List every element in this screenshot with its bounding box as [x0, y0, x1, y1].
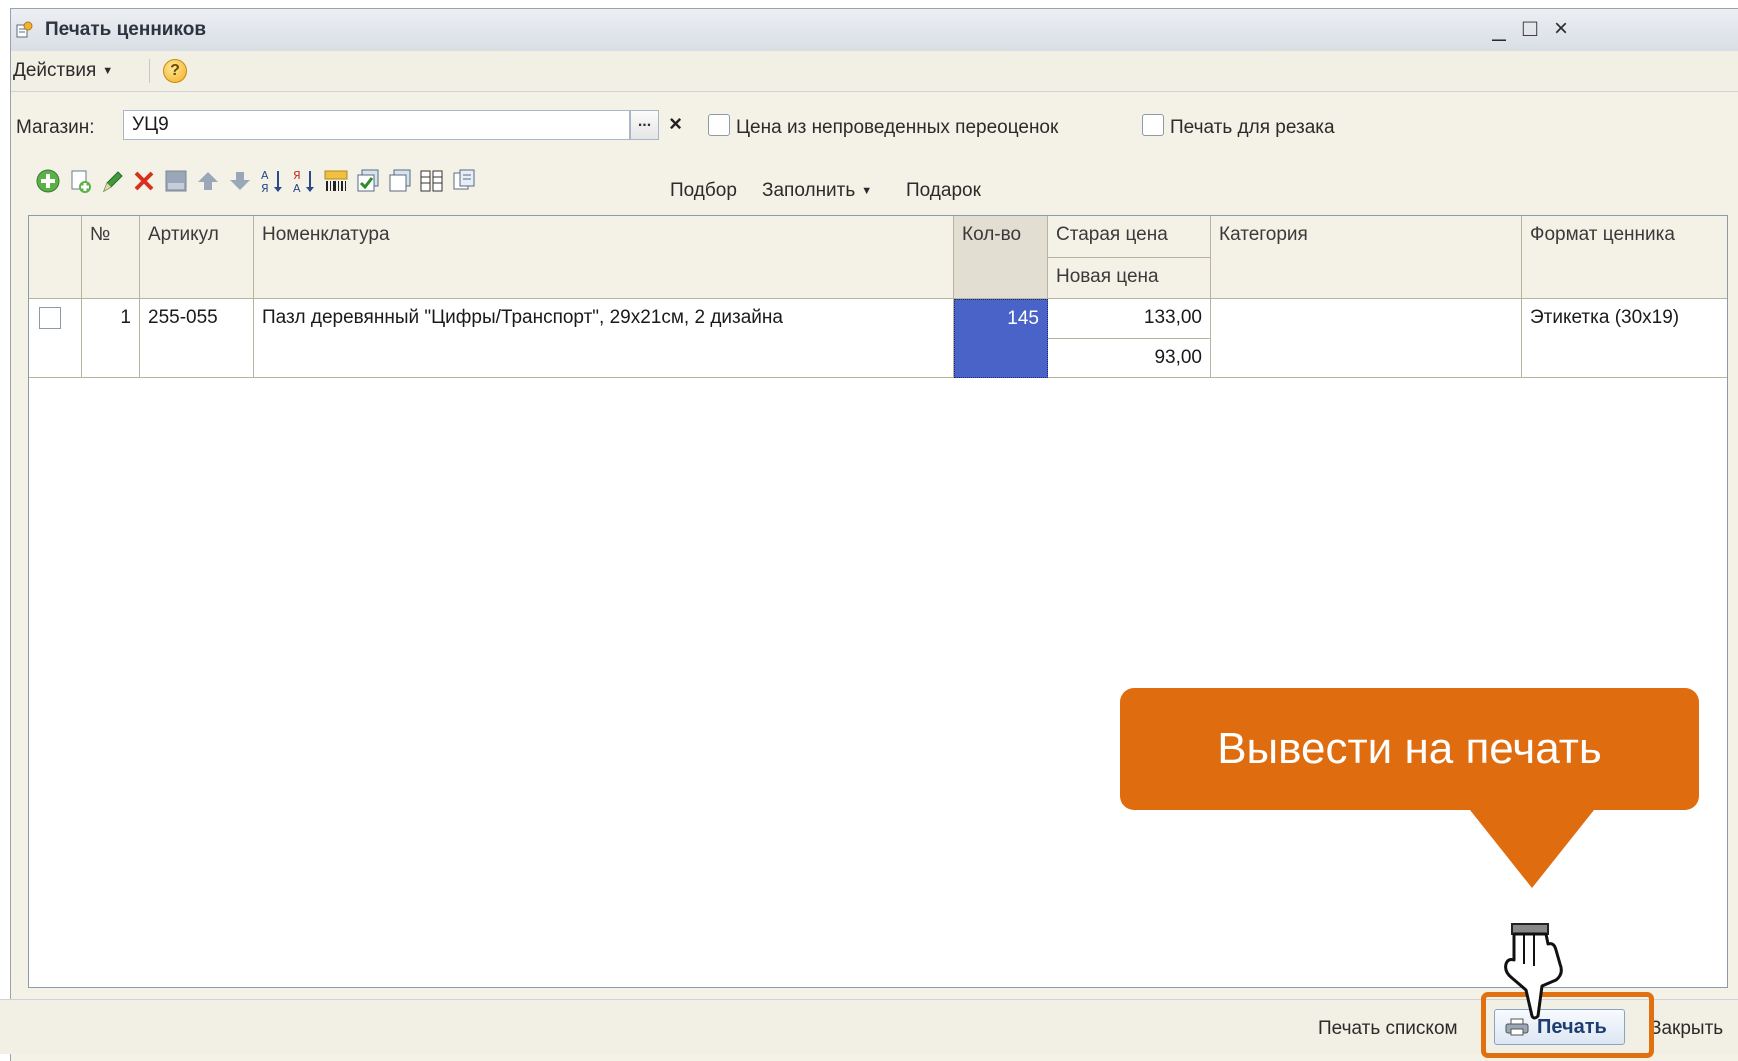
move-down-icon[interactable]	[226, 165, 254, 197]
check-all-icon[interactable]	[354, 165, 382, 197]
hand-pointer-icon	[1504, 923, 1563, 1020]
row-qty[interactable]: 145	[954, 299, 1048, 378]
shop-input[interactable]: УЦ9	[123, 110, 630, 140]
maximize-button[interactable]: □	[1516, 15, 1544, 43]
edit-icon[interactable]	[98, 165, 126, 197]
copy-icon[interactable]	[66, 165, 94, 197]
uncheck-all-icon[interactable]	[386, 165, 414, 197]
title-bar: Печать ценников _ □ ×	[11, 9, 1738, 52]
svg-text:Я: Я	[293, 169, 301, 182]
callout-pointer	[1470, 810, 1594, 888]
header-qty[interactable]: Кол-во	[954, 216, 1048, 299]
columns-icon[interactable]	[418, 165, 446, 197]
row-category[interactable]	[1211, 299, 1522, 378]
header-category[interactable]: Категория	[1211, 216, 1522, 299]
move-up-icon[interactable]	[194, 165, 222, 197]
shop-select-button[interactable]: ...	[630, 110, 659, 140]
header-checkbox-column	[29, 216, 82, 299]
help-icon[interactable]: ?	[163, 59, 187, 83]
window-title: Печать ценников	[45, 19, 207, 40]
table-row-checkbox-cell	[29, 299, 82, 378]
unposted-revaluation-checkbox[interactable]	[708, 114, 730, 136]
row-nomenclature[interactable]: Пазл деревянный "Цифры/Транспорт", 29х21…	[254, 299, 954, 378]
close-button[interactable]: Закрыть	[1650, 1018, 1723, 1040]
sort-desc-icon[interactable]: ЯА	[290, 165, 318, 197]
shop-clear-button[interactable]: ×	[662, 110, 689, 140]
chevron-down-icon: ▼	[861, 185, 873, 197]
pick-icon[interactable]	[450, 165, 478, 197]
unposted-revaluation-label: Цена из непроведенных переоценок	[736, 117, 1059, 138]
tutorial-callout: Вывести на печать	[1120, 688, 1699, 810]
actions-menu[interactable]: Действия ▼	[13, 60, 113, 82]
header-new-price[interactable]: Новая цена	[1048, 258, 1211, 299]
sort-asc-icon[interactable]: АЯ	[258, 165, 286, 197]
row-checkbox[interactable]	[39, 307, 61, 329]
cutter-print-checkbox[interactable]	[1142, 114, 1164, 136]
print-list-button[interactable]: Печать списком	[1318, 1018, 1458, 1040]
svg-text:А: А	[293, 182, 301, 195]
post-icon[interactable]	[162, 165, 190, 197]
header-tag-format[interactable]: Формат ценника	[1522, 216, 1727, 299]
header-old-price[interactable]: Старая цена	[1048, 216, 1211, 258]
cutter-print-label: Печать для резака	[1170, 117, 1335, 138]
row-num: 1	[82, 299, 140, 378]
row-new-price[interactable]: 93,00	[1048, 339, 1211, 378]
fill-menu-button[interactable]: Заполнить ▼	[762, 180, 872, 202]
pick-button[interactable]: Подбор	[670, 180, 737, 202]
add-icon[interactable]	[34, 165, 62, 197]
barcode-icon[interactable]	[322, 165, 350, 197]
delete-icon[interactable]	[130, 165, 158, 197]
close-window-button[interactable]: ×	[1547, 15, 1575, 43]
chevron-down-icon: ▼	[102, 65, 114, 77]
row-old-price[interactable]: 133,00	[1048, 299, 1211, 339]
menu-bar: Действия ▼ ?	[11, 51, 1738, 92]
gift-button[interactable]: Подарок	[906, 180, 981, 202]
form-icon	[16, 21, 33, 38]
row-article[interactable]: 255-055	[140, 299, 254, 378]
menu-separator	[149, 59, 150, 83]
shop-label: Магазин:	[16, 117, 95, 138]
header-num[interactable]: №	[82, 216, 140, 299]
row-tag-format[interactable]: Этикетка (30x19)	[1522, 299, 1727, 378]
minimize-button[interactable]: _	[1485, 15, 1513, 43]
svg-text:А: А	[261, 169, 269, 182]
header-article[interactable]: Артикул	[140, 216, 254, 299]
fill-menu-label: Заполнить	[762, 180, 856, 201]
svg-text:Я: Я	[261, 182, 269, 195]
header-nomenclature[interactable]: Номенклатура	[254, 216, 954, 299]
footer-bar	[0, 999, 1738, 1054]
actions-menu-label: Действия	[13, 60, 97, 81]
